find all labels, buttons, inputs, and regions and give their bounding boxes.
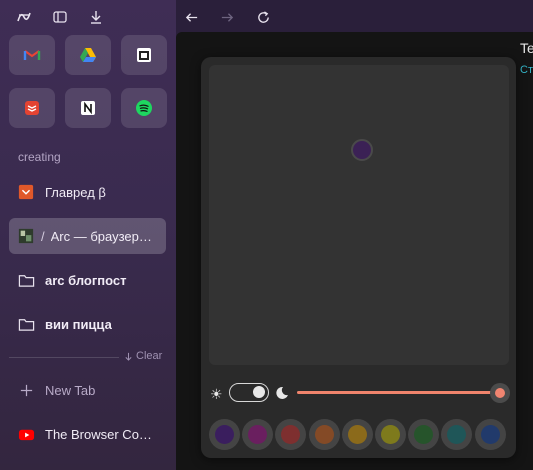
- toggle-knob: [253, 386, 265, 398]
- favorite-calendar[interactable]: [121, 35, 167, 75]
- page-title: Te: [520, 40, 533, 56]
- color-swatch[interactable]: [209, 419, 240, 450]
- color-swatch[interactable]: [341, 419, 373, 450]
- back-icon: [185, 12, 197, 22]
- sidebar: creating Главред β / Arc — браузер… arc …: [0, 0, 176, 470]
- swatch-dot: [314, 425, 334, 444]
- favorite-todoist[interactable]: [9, 88, 55, 128]
- intensity-slider-track[interactable]: [297, 391, 500, 394]
- plus-icon: [17, 381, 35, 399]
- folder-icon: [17, 271, 35, 289]
- folder-icon: [17, 315, 35, 333]
- swatch-dot: [281, 425, 301, 444]
- moon-icon: [276, 386, 288, 399]
- page-link[interactable]: Стı: [520, 64, 533, 76]
- favorite-gmail[interactable]: [9, 35, 55, 75]
- sidebar-item-arc-browser[interactable]: / Arc — браузер…: [9, 218, 166, 254]
- color-swatch[interactable]: [275, 419, 307, 450]
- sidebar-item-glavred[interactable]: Главред β: [9, 174, 166, 210]
- forward-button[interactable]: [218, 8, 236, 26]
- clear-label: Clear: [136, 350, 163, 362]
- color-swatch[interactable]: [242, 419, 274, 450]
- favorite-spotify[interactable]: [121, 88, 167, 128]
- todoist-icon: [25, 101, 39, 115]
- swatch-dot: [215, 425, 234, 444]
- arc-logo-icon[interactable]: [14, 8, 34, 26]
- swatch-dot: [381, 425, 400, 444]
- forward-icon: [221, 12, 233, 22]
- new-tab-label: New Tab: [45, 382, 96, 398]
- page-favicon-icon: [17, 227, 35, 245]
- swatch-dot: [347, 425, 367, 444]
- swatch-dot: [480, 425, 500, 444]
- sidebar-divider: [9, 357, 119, 358]
- color-swatches: [209, 419, 509, 451]
- tab-label: The Browser Co…: [45, 426, 152, 442]
- reload-button[interactable]: [254, 8, 272, 26]
- sidebar-item-label: Главред β: [45, 184, 106, 200]
- sidebar-item-label: Arc — браузер…: [50, 228, 152, 244]
- sidebar-item-label: arc блогпост: [45, 272, 127, 288]
- arrow-down-icon: [125, 352, 132, 361]
- sun-icon: ☀: [210, 386, 223, 402]
- swatch-dot: [248, 425, 268, 444]
- tab-the-browser-company[interactable]: The Browser Co…: [9, 416, 166, 452]
- sidebar-folder-vii-pizza[interactable]: вии пицца: [9, 306, 166, 342]
- sidebar-item-label: вии пицца: [45, 316, 112, 332]
- calendar-icon: [137, 48, 151, 62]
- clear-button[interactable]: Clear: [124, 350, 162, 362]
- color-pad[interactable]: [209, 65, 509, 365]
- notion-icon: [81, 101, 95, 115]
- favorite-notion[interactable]: [65, 88, 111, 128]
- intensity-slider-thumb[interactable]: [490, 383, 510, 403]
- favorite-google-drive[interactable]: [65, 35, 111, 75]
- section-label: creating: [18, 150, 61, 164]
- reload-icon: [257, 10, 269, 23]
- youtube-icon: [17, 425, 35, 443]
- theme-mode-toggle[interactable]: [229, 383, 269, 402]
- color-pad-handle[interactable]: [351, 139, 373, 161]
- glavred-icon: [17, 183, 35, 201]
- path-separator: /: [41, 228, 45, 244]
- color-swatch[interactable]: [408, 419, 440, 450]
- back-button[interactable]: [182, 8, 200, 26]
- color-swatch[interactable]: [308, 419, 340, 450]
- sidebar-folder-arc-blogpost[interactable]: arc блогпост: [9, 262, 166, 298]
- google-drive-icon: [80, 48, 96, 62]
- sidebar-toggle-icon[interactable]: [50, 8, 70, 26]
- new-tab-button[interactable]: New Tab: [9, 372, 166, 408]
- gmail-icon: [23, 50, 41, 60]
- download-icon[interactable]: [86, 8, 106, 26]
- spotify-icon: [136, 100, 152, 116]
- swatch-dot: [447, 425, 467, 444]
- color-swatch[interactable]: [441, 419, 473, 450]
- swatch-dot: [414, 425, 434, 444]
- color-swatch[interactable]: [375, 419, 406, 450]
- color-swatch[interactable]: [474, 419, 506, 450]
